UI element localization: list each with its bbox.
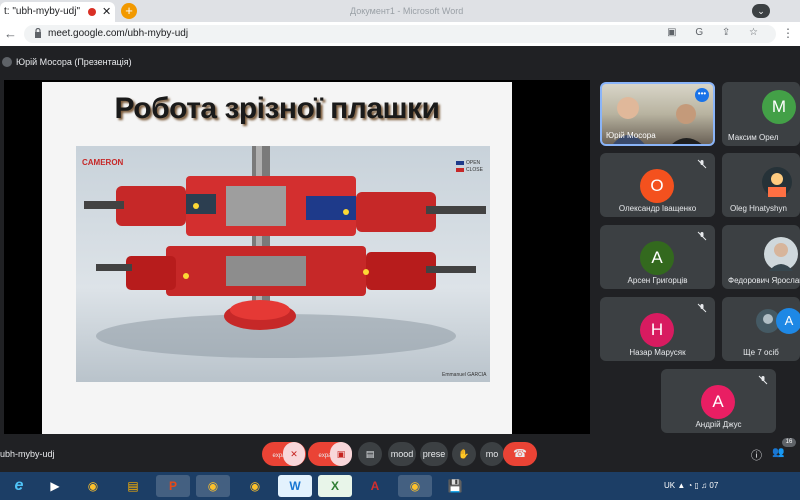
chevron-down-icon[interactable]: ⌄: [752, 4, 770, 18]
participant-name: Арсен Григорців: [627, 276, 688, 285]
new-tab-button[interactable]: +: [121, 3, 137, 19]
acrobat-icon[interactable]: A: [358, 475, 392, 497]
avatar: А: [701, 385, 735, 419]
mic-off-icon: [697, 303, 707, 313]
window-title: Документ1 - Microsoft Word: [350, 6, 464, 16]
participant-name: Федорович Ярослав: [728, 276, 800, 285]
meeting-code: ubh-myby-udj: [0, 449, 55, 459]
presenter-avatar-icon: [2, 57, 12, 67]
chrome-icon[interactable]: ◉: [238, 475, 272, 497]
chrome-icon[interactable]: ◉: [76, 475, 110, 497]
participant-tile-oleksandr[interactable]: О Олександр Іващенко: [600, 153, 715, 217]
more-options-button[interactable]: mo: [480, 442, 504, 466]
slide-title: Робота зрізної плашки: [114, 92, 440, 125]
omnibox-actions[interactable]: ▣ G ⇪ ☆: [667, 27, 766, 38]
info-icon[interactable]: ⓘ: [751, 447, 762, 463]
participant-name: Назар Марусяк: [629, 348, 686, 357]
raise-hand-button[interactable]: ✋: [452, 442, 476, 466]
more-options-icon[interactable]: •••: [695, 88, 709, 102]
participant-tile-more[interactable]: A Ще 7 осіб: [722, 297, 800, 361]
mic-off-icon: [697, 159, 707, 169]
chrome-icon[interactable]: ◉: [196, 475, 230, 497]
file-explorer-icon[interactable]: ▤: [116, 475, 150, 497]
mic-off-icon: [697, 231, 707, 241]
avatar: A: [776, 308, 800, 334]
bop-drawing: [84, 146, 486, 358]
system-tray[interactable]: UK ▲ ◔ ▯ ♫ 07: [664, 481, 718, 490]
back-icon[interactable]: ←: [4, 26, 17, 41]
media-player-icon[interactable]: ▶: [38, 475, 72, 497]
people-icon[interactable]: 👥: [772, 447, 784, 458]
avatar: M: [762, 90, 796, 124]
participant-name: Oleg Hnatyshyn: [730, 204, 787, 213]
presentation-slide: Робота зрізної плашки CAMERON OPEN CLOSE: [42, 82, 512, 434]
participant-tile-oleg[interactable]: Oleg Hnatyshyn: [722, 153, 800, 217]
mic-off-icon[interactable]: ✕: [283, 442, 305, 466]
avatar: А: [640, 241, 674, 275]
avatar: [764, 237, 798, 271]
lock-icon: [35, 28, 41, 38]
avatar: О: [640, 169, 674, 203]
save-icon[interactable]: 💾: [438, 475, 472, 497]
participant-name: Ще 7 осіб: [743, 348, 779, 357]
address-bar: ← meet.google.com/ubh-myby-udj ▣ G ⇪ ☆ ⋮: [0, 22, 800, 46]
avatar: Н: [640, 313, 674, 347]
participant-name: Олександр Іващенко: [618, 204, 697, 213]
word-icon[interactable]: W: [278, 475, 312, 497]
participant-tile-arsen[interactable]: А Арсен Григорців: [600, 225, 715, 289]
captions-button[interactable]: ▤: [358, 442, 382, 466]
participant-tile-nazar[interactable]: Н Назар Марусяк: [600, 297, 715, 361]
meet-header: Юрій Мосора (Презентація): [0, 52, 800, 74]
chrome-icon[interactable]: ◉: [398, 475, 432, 497]
present-button[interactable]: prese: [420, 442, 448, 466]
ie-icon[interactable]: e: [2, 475, 36, 497]
reactions-button[interactable]: mood: [388, 442, 416, 466]
menu-icon[interactable]: ⋮: [782, 26, 794, 40]
participant-tile-yurii[interactable]: ••• Юрій Мосора: [600, 82, 715, 146]
participant-tile-andrii[interactable]: А Андрій Джус: [661, 369, 776, 433]
camera-off-icon[interactable]: ▣: [330, 442, 352, 466]
avatar: [762, 167, 792, 197]
taskbar: e ▶ ◉ ▤ P ◉ ◉ W X A ◉ 💾 UK ▲ ◔ ▯ ♫ 07: [0, 472, 800, 500]
participant-tile-fedorovych[interactable]: Федорович Ярослав: [722, 225, 800, 289]
participant-tile-maksym[interactable]: M Максим Орел: [722, 82, 800, 146]
presenter-label: Юрій Мосора (Презентація): [16, 57, 132, 67]
participant-name: Максим Орел: [728, 133, 779, 142]
excel-icon[interactable]: X: [318, 475, 352, 497]
recording-icon: [88, 8, 96, 16]
omnibox[interactable]: meet.google.com/ubh-myby-udj ▣ G ⇪ ☆: [24, 25, 776, 43]
close-tab-icon[interactable]: ✕: [102, 5, 111, 18]
url-text: meet.google.com/ubh-myby-udj: [48, 28, 189, 39]
people-count-badge: 16: [782, 438, 796, 447]
powerpoint-icon[interactable]: P: [156, 475, 190, 497]
mic-off-icon: [758, 375, 768, 385]
browser-tab-bar: t: "ubh-myby-udj" ✕ + Документ1 - Micros…: [0, 0, 800, 22]
tab-title: t: "ubh-myby-udj": [4, 6, 81, 17]
end-call-button[interactable]: ☎: [503, 442, 537, 466]
shear-ram-illustration: CAMERON OPEN CLOSE Emmanuel GARCIA: [76, 146, 490, 382]
participant-name: Андрій Джус: [695, 420, 742, 429]
tab-meet[interactable]: t: "ubh-myby-udj" ✕: [0, 2, 115, 22]
participant-name: Юрій Мосора: [606, 131, 656, 140]
image-credit: Emmanuel GARCIA: [442, 372, 487, 378]
